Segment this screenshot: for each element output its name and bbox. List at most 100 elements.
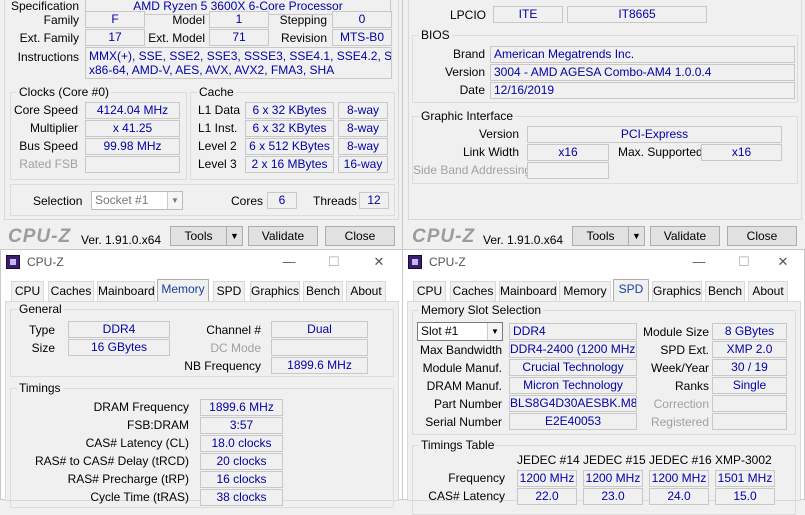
tab-cpu[interactable]: CPU	[11, 281, 44, 301]
tab-memory[interactable]: Memory	[559, 281, 611, 301]
maximize-icon[interactable]: ☐	[734, 254, 754, 270]
tab-cpu[interactable]: CPU	[413, 281, 446, 301]
tools-button[interactable]: Tools	[572, 226, 629, 246]
trcd-label: RAS# to CAS# Delay (tRCD)	[34, 454, 189, 468]
l2-value: 6 x 512 KBytes	[245, 138, 334, 155]
spd-panel: Memory Slot Selection Slot #1 ▼ DDR4 Mod…	[407, 301, 801, 515]
general-title: General	[17, 302, 64, 316]
ranks-value: Single	[712, 377, 787, 394]
graphic-interface-group: Graphic Interface Version PCI-Express Li…	[412, 109, 798, 184]
clocks-group: Clocks (Core #0) Core Speed 4124.04 MHz …	[10, 85, 187, 180]
cl-label: CAS# Latency (CL)	[85, 436, 189, 450]
titlebar: CPU-Z — ☐ ✕	[1, 250, 402, 274]
close-icon[interactable]: ✕	[369, 254, 389, 270]
revision-label: Revision	[280, 31, 327, 45]
l2-label: Level 2	[198, 139, 237, 153]
sideband-label: Side Band Addressing	[413, 163, 532, 177]
window-title: CPU-Z	[27, 255, 64, 269]
cpuz-app-icon	[6, 255, 20, 269]
maxbw-label: Max Bandwidth	[419, 343, 502, 357]
tras-value: 38 clocks	[200, 489, 283, 506]
version-value: 3004 - AMD AGESA Combo-AM4 1.0.0.4	[490, 64, 795, 81]
tras-label: Cycle Time (tRAS)	[90, 490, 189, 504]
size-value: 16 GBytes	[68, 339, 170, 356]
maxsup-value: x16	[701, 144, 782, 161]
tab-bench[interactable]: Bench	[705, 281, 745, 301]
l1i-label: L1 Inst.	[198, 121, 238, 135]
cas-label: CAS# Latency	[428, 489, 505, 503]
cas-cell: 15.0	[715, 488, 775, 505]
fsbdram-label: FSB:DRAM	[126, 418, 189, 432]
l1d-way: 8-way	[338, 102, 388, 119]
multiplier-value: x 41.25	[85, 120, 180, 137]
tools-dropdown-icon[interactable]: ▼	[628, 226, 645, 246]
l3-label: Level 3	[198, 157, 237, 171]
extfamily-label: Ext. Family	[19, 31, 79, 45]
memory-slot-group: Memory Slot Selection Slot #1 ▼ DDR4 Mod…	[412, 303, 796, 435]
cpuz-window-memory: CPU-Z — ☐ ✕ CPU Caches Mainboard Memory …	[0, 249, 403, 508]
nbfreq-label: NB Frequency	[184, 359, 261, 373]
tab-about[interactable]: About	[748, 281, 788, 301]
family-label: Family	[43, 13, 79, 27]
cl-value: 18.0 clocks	[200, 435, 283, 452]
registered-label: Registered	[650, 415, 709, 429]
maximize-icon[interactable]: ☐	[324, 254, 344, 270]
slot-select[interactable]: Slot #1 ▼	[417, 322, 503, 341]
multiplier-label: Multiplier	[29, 121, 78, 135]
lpcio-vendor: ITE	[493, 6, 563, 23]
tab-caches[interactable]: Caches	[450, 281, 496, 301]
instructions-label: Instructions	[17, 50, 79, 64]
minimize-icon[interactable]: —	[689, 254, 709, 270]
timings-title: Timings	[17, 381, 63, 395]
dramfreq-value: 1899.6 MHz	[200, 399, 283, 416]
tools-dropdown-icon[interactable]: ▼	[226, 226, 243, 246]
drammanuf-value: Micron Technology	[509, 377, 637, 394]
gi-title: Graphic Interface	[419, 109, 516, 123]
validate-button[interactable]: Validate	[650, 226, 720, 246]
close-button[interactable]: Close	[727, 226, 797, 246]
validate-button[interactable]: Validate	[248, 226, 318, 246]
partnum-value: BLS8G4D30AESBK.M8FE	[509, 395, 637, 412]
weekyear-label: Week/Year	[650, 361, 709, 375]
tab-mainboard[interactable]: Mainboard	[97, 281, 155, 301]
cpu-panel: Specification AMD Ryzen 5 3600X 6-Core P…	[4, 0, 399, 220]
tab-graphics[interactable]: Graphics	[250, 281, 300, 301]
revision-value: MTS-B0	[332, 29, 392, 46]
l1d-label: L1 Data	[198, 103, 241, 117]
socket-select[interactable]: Socket #1 ▼	[91, 191, 183, 210]
serial-value: E2E40053	[509, 413, 637, 430]
timings-table-group: Timings Table JEDEC #14 JEDEC #15 JEDEC …	[412, 438, 796, 515]
spdext-label: SPD Ext.	[660, 343, 709, 357]
titlebar: CPU-Z — ☐ ✕	[403, 250, 804, 274]
tab-bench[interactable]: Bench	[303, 281, 343, 301]
busspeed-label: Bus Speed	[19, 139, 78, 153]
close-icon[interactable]: ✕	[773, 254, 793, 270]
tab-graphics[interactable]: Graphics	[652, 281, 702, 301]
cas-cell: 22.0	[517, 488, 577, 505]
col-header: JEDEC #16	[649, 453, 712, 467]
lpcio-label: LPCIO	[449, 8, 486, 22]
chevron-down-icon: ▼	[167, 192, 182, 209]
tab-bar: CPU Caches Mainboard Memory SPD Graphics…	[1, 279, 402, 301]
tab-spd[interactable]: SPD	[613, 279, 649, 301]
tab-caches[interactable]: Caches	[48, 281, 94, 301]
modmanuf-value: Crucial Technology	[509, 359, 637, 376]
dcmode-value	[271, 339, 368, 356]
l1d-value: 6 x 32 KBytes	[245, 102, 334, 119]
l3-way: 16-way	[338, 156, 388, 173]
close-button[interactable]: Close	[325, 226, 395, 246]
tools-button[interactable]: Tools	[170, 226, 227, 246]
ranks-label: Ranks	[674, 379, 709, 393]
model-label: Model	[172, 13, 205, 27]
brand-value: American Megatrends Inc.	[490, 46, 795, 63]
minimize-icon[interactable]: —	[279, 254, 299, 270]
dcmode-label: DC Mode	[210, 341, 261, 355]
tab-about[interactable]: About	[346, 281, 386, 301]
tab-memory[interactable]: Memory	[157, 279, 209, 301]
type-value: DDR4	[68, 321, 170, 338]
tab-spd[interactable]: SPD	[213, 281, 245, 301]
tab-mainboard[interactable]: Mainboard	[499, 281, 557, 301]
linkwidth-value: x16	[527, 144, 609, 161]
extfamily-value: 17	[85, 29, 145, 46]
l2-way: 8-way	[338, 138, 388, 155]
